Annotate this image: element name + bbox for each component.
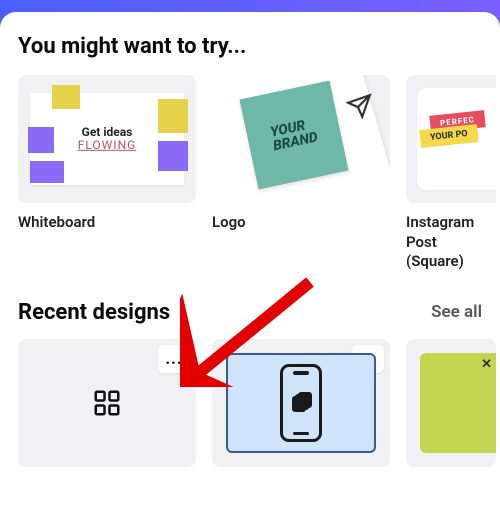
grid-icon: [92, 388, 122, 418]
template-thumb-instagram: PERFEC YOUR PO: [406, 75, 496, 203]
template-thumb-whiteboard: Get ideas FLOWING: [18, 75, 196, 203]
see-all-link[interactable]: See all: [431, 302, 482, 322]
recent-header: Recent designs See all: [18, 300, 500, 325]
more-button[interactable]: ...: [158, 345, 190, 373]
templates-row: Get ideas FLOWING Whiteboard YOUR BRAND: [18, 75, 500, 272]
template-label-instagram: Instagram Post (Square): [406, 213, 496, 272]
recent-row: ... ...: [18, 339, 500, 467]
phone-artwork: [226, 353, 376, 453]
ig-art-band-2: YOUR PO: [419, 124, 478, 148]
template-label-logo: Logo: [212, 213, 390, 233]
home-panel: You might want to try... Get ideas FLOWI…: [0, 12, 500, 530]
whiteboard-art-text-2: FLOWING: [78, 139, 137, 152]
template-label-whiteboard: Whiteboard: [18, 213, 196, 233]
template-card-logo[interactable]: YOUR BRAND Logo: [212, 75, 390, 272]
recent-design-2[interactable]: ...: [212, 339, 390, 467]
template-card-instagram[interactable]: PERFEC YOUR PO Instagram Post (Square): [406, 75, 496, 272]
recent-design-1[interactable]: ...: [18, 339, 196, 467]
stack-icon: [292, 392, 310, 414]
close-icon: ✕: [481, 357, 492, 372]
phone-icon: [280, 364, 322, 442]
recent-heading: Recent designs: [18, 300, 170, 325]
template-thumb-logo: YOUR BRAND: [212, 75, 390, 203]
template-card-whiteboard[interactable]: Get ideas FLOWING Whiteboard: [18, 75, 196, 272]
green-artwork: ✕: [420, 353, 496, 453]
recent-design-3[interactable]: ✕: [406, 339, 496, 467]
suggestions-heading: You might want to try...: [18, 34, 500, 59]
paper-plane-icon: [346, 93, 372, 119]
